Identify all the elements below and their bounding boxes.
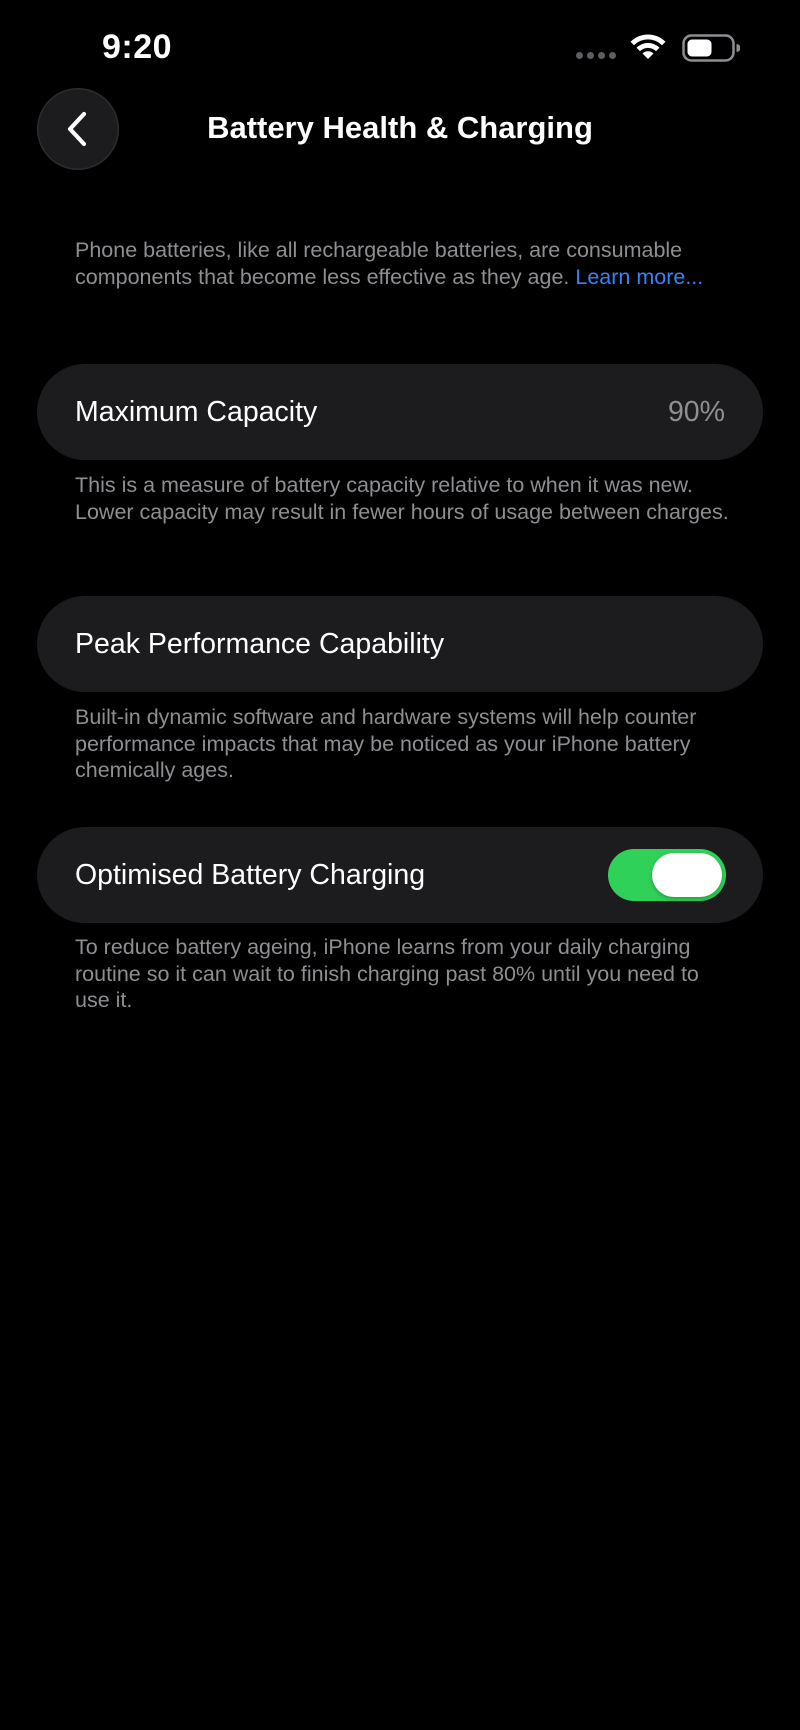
maximum-capacity-label: Maximum Capacity	[75, 395, 318, 428]
learn-more-link[interactable]: Learn more...	[575, 265, 703, 289]
peak-performance-row[interactable]: Peak Performance Capability	[37, 596, 763, 692]
peak-performance-description: Built-in dynamic software and hardware s…	[75, 705, 697, 782]
wifi-icon	[630, 34, 666, 59]
maximum-capacity-description: This is a measure of battery capacity re…	[75, 473, 729, 524]
signal-dots-icon	[576, 52, 616, 59]
maximum-capacity-value: 90%	[667, 395, 725, 428]
maximum-capacity-row: Maximum Capacity 90%	[37, 364, 763, 460]
status-time: 9:20	[102, 28, 173, 66]
intro-text: Phone batteries, like all rechargeable b…	[75, 237, 735, 290]
battery-icon	[682, 34, 740, 62]
toggle-knob	[652, 853, 722, 897]
optimised-charging-label: Optimised Battery Charging	[75, 858, 426, 891]
page-title: Battery Health & Charging	[207, 110, 593, 145]
optimised-charging-description: To reduce battery ageing, iPhone learns …	[75, 935, 699, 1012]
optimised-charging-row: Optimised Battery Charging	[37, 827, 763, 923]
optimised-charging-toggle[interactable]	[608, 849, 726, 901]
status-bar: 9:20	[0, 0, 800, 92]
peak-performance-label: Peak Performance Capability	[75, 627, 445, 660]
